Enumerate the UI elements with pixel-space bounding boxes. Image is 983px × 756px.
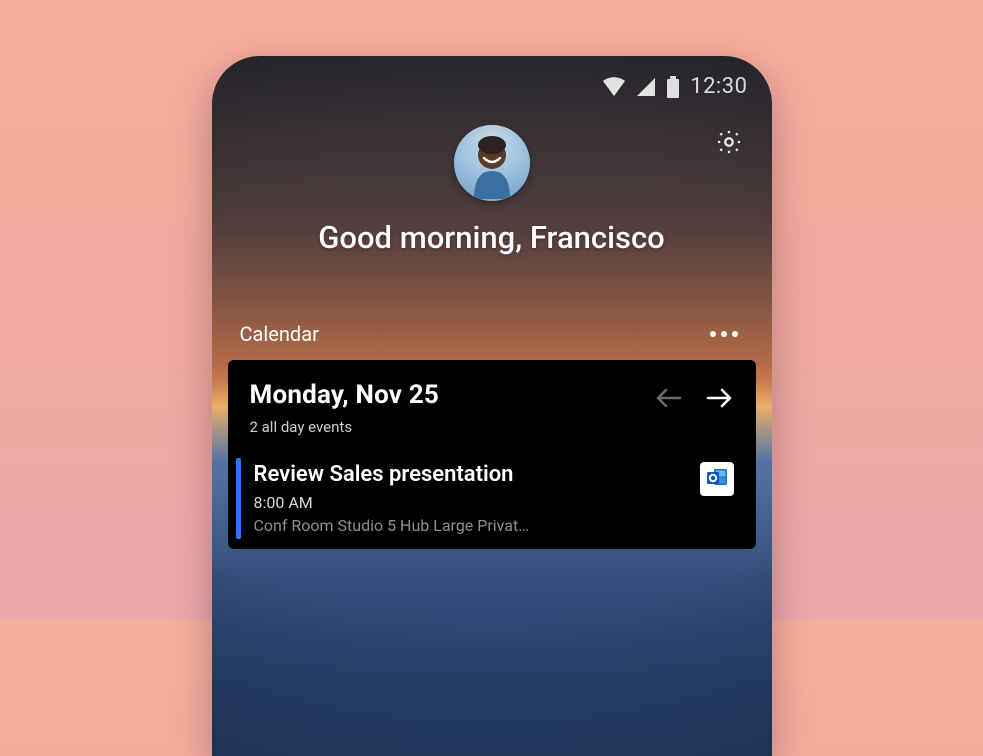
battery-icon xyxy=(666,76,680,98)
event-info: Review Sales presentation 8:00 AM Conf R… xyxy=(254,462,529,535)
more-icon xyxy=(721,331,727,337)
section-title: Calendar xyxy=(240,322,319,346)
calendar-event[interactable]: Review Sales presentation 8:00 AM Conf R… xyxy=(228,452,756,549)
greeting-text: Good morning, Francisco xyxy=(236,219,748,256)
wifi-icon xyxy=(602,77,626,97)
outlook-icon xyxy=(705,465,729,493)
event-time: 8:00 AM xyxy=(254,493,529,512)
arrow-right-icon xyxy=(706,386,734,414)
gear-icon xyxy=(715,128,743,160)
event-location: Conf Room Studio 5 Hub Large Privat… xyxy=(254,516,529,535)
next-day-button[interactable] xyxy=(706,386,734,414)
more-button[interactable] xyxy=(704,325,744,343)
date-title: Monday, Nov 25 xyxy=(250,380,440,410)
section-header: Calendar xyxy=(212,266,772,360)
outlook-app-badge xyxy=(700,462,734,496)
date-nav xyxy=(654,380,734,414)
calendar-card: Monday, Nov 25 2 all day events xyxy=(228,360,756,549)
more-icon xyxy=(732,331,738,337)
cellular-icon xyxy=(636,77,656,97)
status-bar: 12:30 xyxy=(212,56,772,107)
status-time: 12:30 xyxy=(690,74,747,99)
more-icon xyxy=(710,331,716,337)
calendar-card-header: Monday, Nov 25 2 all day events xyxy=(228,360,756,452)
header: Good morning, Francisco xyxy=(212,107,772,266)
date-block: Monday, Nov 25 2 all day events xyxy=(250,380,440,436)
avatar[interactable] xyxy=(454,125,530,201)
previous-day-button[interactable] xyxy=(654,386,682,414)
date-subtitle: 2 all day events xyxy=(250,418,440,436)
settings-button[interactable] xyxy=(714,129,744,159)
arrow-left-icon xyxy=(654,386,682,414)
event-title: Review Sales presentation xyxy=(254,462,529,487)
phone-frame: 12:30 xyxy=(212,56,772,756)
